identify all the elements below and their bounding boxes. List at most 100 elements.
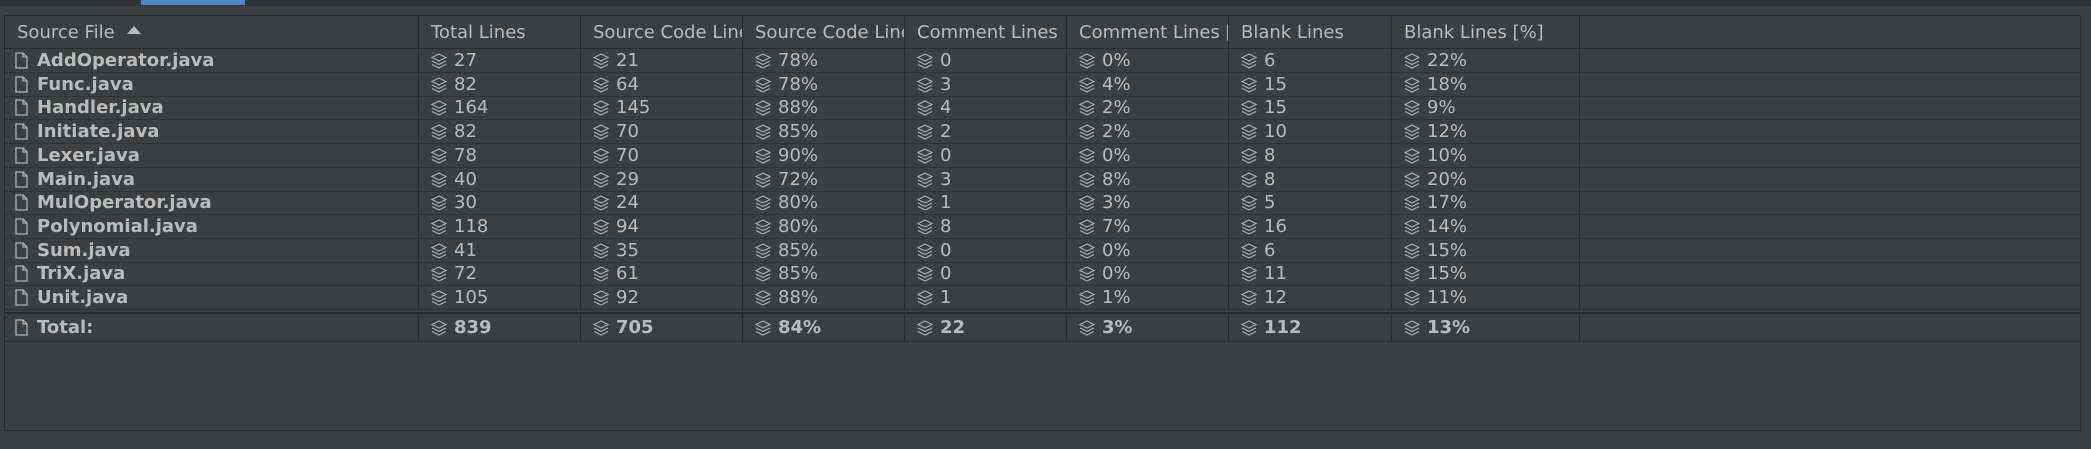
table-row[interactable]: Unit.java 105 92 88% 1 1% 12 11% — [5, 286, 2080, 310]
cell-value: 10 — [1264, 121, 1287, 142]
column-header-comment-lines-pct[interactable]: Comment Lines [%] — [1067, 16, 1229, 48]
cell-total-lines: 72 — [419, 262, 581, 285]
cell-value: 0 — [940, 145, 952, 166]
cell-value: 8 — [1264, 169, 1276, 190]
table-row[interactable]: Handler.java 164 145 88% 4 2% 15 9% — [5, 96, 2080, 120]
cell-source-code-lines: 21 — [581, 49, 743, 72]
cell-value: 0% — [1102, 240, 1131, 261]
stack-icon — [430, 319, 448, 336]
stack-icon — [1078, 99, 1096, 116]
cell-total-lines: 41 — [419, 239, 581, 262]
cell-value: 6 — [1264, 50, 1276, 71]
totals-row[interactable]: Total: 839 705 84% 22 3% 112 13% — [5, 312, 2080, 342]
table-row[interactable]: Sum.java 41 35 85% 0 0% 6 15% — [5, 239, 2080, 263]
cell-value: 24 — [616, 192, 639, 213]
cell-source-file: Func.java — [5, 73, 419, 96]
table-row[interactable]: MulOperator.java 30 24 80% 1 3% 5 17% — [5, 191, 2080, 215]
stack-icon — [430, 171, 448, 188]
cell-comment-lines: 1 — [905, 286, 1067, 309]
cell-value: 3 — [940, 169, 952, 190]
stack-icon — [916, 289, 934, 306]
stack-icon — [430, 52, 448, 69]
cell-source-code-lines-pct: 85% — [743, 120, 905, 143]
column-header-label: Source Code Lines [%] — [755, 21, 904, 43]
cell-source-code-lines-pct: 88% — [743, 286, 905, 309]
cell-source-code-lines-pct: 78% — [743, 73, 905, 96]
column-header-label: Source Code Lines — [593, 21, 743, 43]
table-row[interactable]: Initiate.java 82 70 85% 2 2% 10 12% — [5, 120, 2080, 144]
table-header: Source File Total Lines Source Code Lines S… — [5, 16, 2080, 49]
cell-total-lines: 27 — [419, 49, 581, 72]
cell-value: 85% — [778, 263, 819, 284]
column-header-blank-lines[interactable]: Blank Lines — [1229, 16, 1392, 48]
stack-icon — [754, 319, 772, 336]
cell-total-lines: 82 — [419, 120, 581, 143]
cell-value: 72 — [454, 263, 477, 284]
cell-value: 0 — [940, 263, 952, 284]
cell-value: 30 — [454, 192, 477, 213]
cell-total-lines: 105 — [419, 286, 581, 309]
cell-value: 4% — [1102, 74, 1131, 95]
cell-comment-lines: 0 — [905, 49, 1067, 72]
cell-blank-lines-pct: 15% — [1392, 262, 1580, 285]
stack-icon — [754, 147, 772, 164]
cell-blank-lines: 8 — [1229, 144, 1392, 167]
cell-value: 164 — [454, 97, 489, 118]
cell-value: 41 — [454, 240, 477, 261]
file-name: Sum.java — [37, 240, 131, 261]
table-row[interactable]: AddOperator.java 27 21 78% 0 0% 6 22% — [5, 49, 2080, 73]
cell-value: 70 — [616, 121, 639, 142]
stack-icon — [592, 171, 610, 188]
cell-comment-lines-pct: 2% — [1067, 96, 1229, 119]
cell-value: 80% — [778, 192, 819, 213]
cell-blank-lines: 5 — [1229, 191, 1392, 214]
column-header-source-code-lines-pct[interactable]: Source Code Lines [%] — [743, 16, 905, 48]
table-row[interactable]: Func.java 82 64 78% 3 4% 15 18% — [5, 73, 2080, 97]
cell-source-code-lines: 94 — [581, 215, 743, 238]
column-header-source-file[interactable]: Source File — [5, 16, 419, 48]
column-header-comment-lines[interactable]: Comment Lines — [905, 16, 1067, 48]
cell-comment-lines-pct: 2% — [1067, 120, 1229, 143]
cell-source-code-lines-pct: 84% — [743, 314, 905, 341]
cell-blank-lines-pct: 20% — [1392, 168, 1580, 191]
cell-source-code-lines: 29 — [581, 168, 743, 191]
stack-icon — [754, 265, 772, 282]
cell-value: 1 — [940, 287, 952, 308]
cell-comment-lines-pct: 3% — [1067, 191, 1229, 214]
cell-value: 705 — [616, 317, 654, 338]
table-row[interactable]: Polynomial.java 118 94 80% 8 7% 16 14% — [5, 215, 2080, 239]
cell-source-file: Polynomial.java — [5, 215, 419, 238]
cell-value: 78% — [778, 74, 819, 95]
active-tab-indicator[interactable] — [141, 0, 245, 5]
stack-icon — [1078, 265, 1096, 282]
stack-icon — [592, 99, 610, 116]
stack-icon — [430, 194, 448, 211]
cell-source-code-lines-pct: 72% — [743, 168, 905, 191]
cell-source-code-lines: 70 — [581, 144, 743, 167]
file-icon — [15, 99, 28, 116]
cell-blank-lines-pct: 12% — [1392, 120, 1580, 143]
statistics-table: Source File Total Lines Source Code Lines S… — [4, 15, 2081, 431]
cell-value: 105 — [454, 287, 489, 308]
cell-value: 3 — [940, 74, 952, 95]
cell-blank-lines: 16 — [1229, 215, 1392, 238]
column-header-total-lines[interactable]: Total Lines — [419, 16, 581, 48]
stack-icon — [916, 194, 934, 211]
cell-value: 78 — [454, 145, 477, 166]
table-row[interactable]: Lexer.java 78 70 90% 0 0% 8 10% — [5, 144, 2080, 168]
stack-icon — [916, 76, 934, 93]
table-row[interactable]: TriX.java 72 61 85% 0 0% 11 15% — [5, 262, 2080, 286]
table-row[interactable]: Main.java 40 29 72% 3 8% 8 20% — [5, 168, 2080, 192]
column-header-source-code-lines[interactable]: Source Code Lines — [581, 16, 743, 48]
stack-icon — [430, 76, 448, 93]
stack-icon — [1078, 171, 1096, 188]
cell-comment-lines-pct: 4% — [1067, 73, 1229, 96]
cell-comment-lines-pct: 1% — [1067, 286, 1229, 309]
stack-icon — [1240, 242, 1258, 259]
cell-value: 78% — [778, 50, 819, 71]
cell-value: 118 — [454, 216, 489, 237]
cell-source-code-lines-pct: 80% — [743, 191, 905, 214]
cell-value: 17% — [1427, 192, 1468, 213]
cell-blank-lines: 6 — [1229, 49, 1392, 72]
column-header-blank-lines-pct[interactable]: Blank Lines [%] — [1392, 16, 1580, 48]
